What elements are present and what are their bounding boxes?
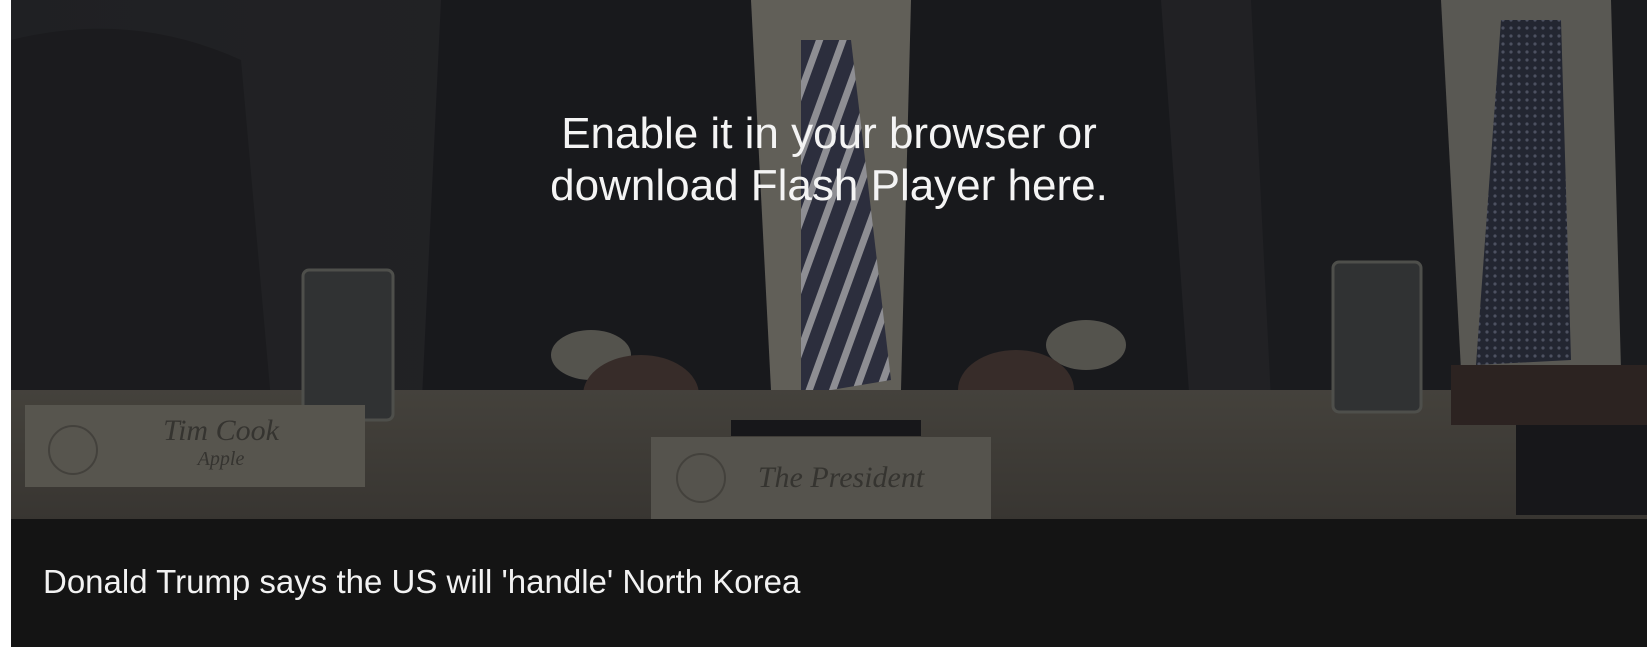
video-player[interactable]: Tim Cook Apple The President Enable it i… xyxy=(11,0,1647,647)
download-flash-link[interactable]: download Flash Player here. xyxy=(11,160,1647,212)
flash-required-message: Enable it in your browser or download Fl… xyxy=(11,108,1647,212)
video-caption: Donald Trump says the US will 'handle' N… xyxy=(43,563,801,600)
video-dim-overlay xyxy=(11,0,1647,519)
flash-message-line1: Enable it in your browser or xyxy=(561,109,1097,158)
video-frame[interactable]: Tim Cook Apple The President Enable it i… xyxy=(11,0,1647,519)
